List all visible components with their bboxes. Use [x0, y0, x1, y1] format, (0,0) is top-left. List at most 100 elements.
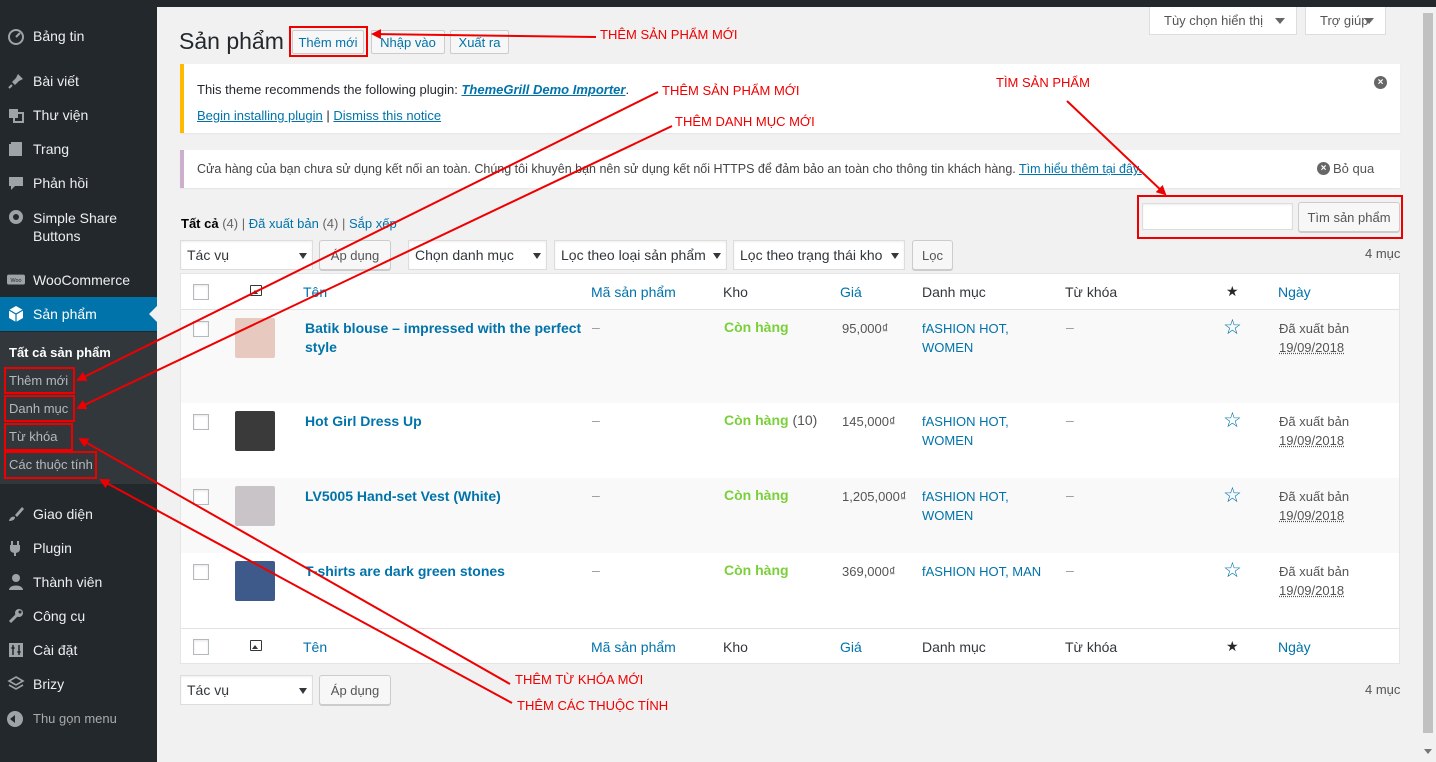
page-icon: [7, 140, 25, 158]
sidebar-item-users[interactable]: Thành viên: [0, 565, 157, 599]
view-all[interactable]: Tất cả: [181, 216, 219, 231]
product-status: Đã xuất bản: [1279, 564, 1350, 579]
product-name-link[interactable]: Batik blouse – impressed with the perfec…: [305, 319, 585, 357]
featured-star-icon[interactable]: ★: [1226, 283, 1239, 300]
chevron-down-icon: [1364, 18, 1374, 29]
scroll-down-arrow-icon[interactable]: [1424, 749, 1432, 758]
featured-star-icon[interactable]: ★: [1226, 638, 1239, 655]
bulk-action-value: Tác vụ: [187, 682, 230, 698]
product-stock-status: Còn hàng: [724, 487, 789, 503]
apply-button[interactable]: Áp dụng: [319, 240, 391, 270]
product-tags: –: [1066, 562, 1074, 578]
annotation-add-product-side: THÊM SẢN PHẨM MỚI: [662, 83, 800, 98]
column-categories: Danh mục: [922, 639, 986, 655]
stock-count: (10): [792, 412, 818, 428]
view-sort[interactable]: Sắp xếp: [349, 216, 397, 231]
product-categories[interactable]: fASHION HOT, MAN: [922, 562, 1062, 581]
product-date: Đã xuất bản 19/09/2018: [1279, 487, 1349, 525]
skip-link[interactable]: Bỏ qua: [1333, 161, 1374, 176]
annotation-add-product-top: THÊM SẢN PHẨM MỚI: [600, 27, 738, 42]
product-tags: –: [1066, 487, 1074, 503]
featured-star-icon[interactable]: ☆: [1223, 317, 1242, 338]
column-price[interactable]: Giá: [840, 284, 862, 300]
scrollbar-thumb[interactable]: [1423, 13, 1433, 733]
filter-button[interactable]: Lọc: [912, 240, 953, 270]
row-checkbox[interactable]: [193, 321, 209, 337]
column-date[interactable]: Ngày: [1278, 639, 1311, 655]
product-thumbnail[interactable]: [235, 411, 275, 451]
product-type-select[interactable]: Lọc theo loại sản phẩm: [554, 240, 727, 270]
column-sku[interactable]: Mã sản phẩm: [591, 284, 676, 300]
woo-icon: Woo: [7, 271, 25, 289]
table-row: LV5005 Hand-set Vest (White) – Còn hàng …: [181, 478, 1399, 553]
scrollbar[interactable]: [1420, 7, 1436, 762]
bulk-action-select[interactable]: Tác vụ: [180, 240, 313, 270]
row-checkbox[interactable]: [193, 564, 209, 580]
sidebar-item-brizy[interactable]: Brizy: [0, 667, 157, 701]
column-price[interactable]: Giá: [840, 639, 862, 655]
sidebar-item-posts[interactable]: Bài viết: [0, 64, 157, 98]
column-name[interactable]: Tên: [303, 639, 327, 655]
chevron-down-icon: [891, 253, 899, 263]
sidebar-item-woocommerce[interactable]: Woo WooCommerce: [0, 263, 157, 297]
featured-star-icon[interactable]: ☆: [1223, 560, 1242, 581]
select-all-checkbox[interactable]: [193, 639, 209, 655]
collapse-menu-button[interactable]: Thu gọn menu: [0, 707, 157, 731]
user-icon: [7, 573, 25, 591]
plugin-name-link[interactable]: ThemeGrill Demo Importer: [461, 82, 625, 97]
help-tab[interactable]: Trợ giúp: [1305, 7, 1386, 35]
column-sku[interactable]: Mã sản phẩm: [591, 639, 676, 655]
bulk-action-select-bottom[interactable]: Tác vụ: [180, 675, 313, 705]
product-sku: –: [592, 319, 600, 335]
sidebar-item-products[interactable]: Sản phẩm: [0, 297, 157, 331]
screen-options-tab[interactable]: Tùy chọn hiển thị: [1149, 7, 1297, 35]
notice-text: Cửa hàng của bạn chưa sử dụng kết nối an…: [197, 162, 1016, 176]
sidebar-item-comments[interactable]: Phản hồi: [0, 166, 157, 200]
sidebar-item-settings[interactable]: Cài đặt: [0, 633, 157, 667]
view-published-count: (4): [322, 216, 339, 231]
sidebar-item-dashboard[interactable]: Bảng tin: [0, 19, 157, 53]
product-name-link[interactable]: LV5005 Hand-set Vest (White): [305, 487, 585, 506]
sidebar-item-pages[interactable]: Trang: [0, 132, 157, 166]
sidebar-item-tools[interactable]: Công cụ: [0, 599, 157, 633]
select-all-checkbox[interactable]: [193, 284, 209, 300]
product-categories[interactable]: fASHION HOT, WOMEN: [922, 412, 1062, 450]
product-categories[interactable]: fASHION HOT, WOMEN: [922, 487, 1062, 525]
stock-status-select[interactable]: Lọc theo trạng thái kho: [733, 240, 905, 270]
column-name[interactable]: Tên: [303, 284, 327, 300]
row-checkbox[interactable]: [193, 489, 209, 505]
submenu-all-products[interactable]: Tất cả sản phẩm: [9, 345, 111, 360]
product-stock-status: Còn hàng: [724, 562, 789, 578]
product-thumbnail[interactable]: [235, 561, 275, 601]
sidebar-item-appearance[interactable]: Giao diện: [0, 497, 157, 531]
annotation-add-attribute: THÊM CÁC THUỘC TÍNH: [517, 698, 669, 713]
sidebar-item-simple-share[interactable]: Simple Share Buttons: [0, 205, 157, 249]
category-filter-select[interactable]: Chọn danh mục: [408, 240, 547, 270]
product-categories[interactable]: fASHION HOT, WOMEN: [922, 319, 1062, 357]
featured-star-icon[interactable]: ☆: [1223, 485, 1242, 506]
dismiss-notice-link[interactable]: Dismiss this notice: [333, 108, 441, 123]
product-name-link[interactable]: T-shirts are dark green stones: [305, 562, 585, 581]
import-button[interactable]: Nhập vào: [371, 30, 445, 54]
separator: |: [326, 108, 330, 123]
sidebar-item-plugins[interactable]: Plugin: [0, 531, 157, 565]
featured-star-icon[interactable]: ☆: [1223, 410, 1242, 431]
begin-installing-link[interactable]: Begin installing plugin: [197, 108, 323, 123]
export-button[interactable]: Xuất ra: [450, 30, 509, 54]
product-thumbnail[interactable]: [235, 486, 275, 526]
sidebar-item-media[interactable]: Thư viện: [0, 98, 157, 132]
learn-more-link[interactable]: Tìm hiểu thêm tại đây.: [1019, 162, 1142, 176]
sidebar-item-label: Plugin: [33, 540, 72, 556]
close-icon[interactable]: ×: [1317, 162, 1330, 175]
close-icon[interactable]: ×: [1374, 76, 1387, 89]
product-thumbnail[interactable]: [235, 318, 275, 358]
row-checkbox[interactable]: [193, 414, 209, 430]
dashboard-icon: [7, 27, 25, 45]
product-name-link[interactable]: Hot Girl Dress Up: [305, 412, 585, 431]
product-stock-status: Còn hàng (10): [724, 412, 817, 428]
column-date[interactable]: Ngày: [1278, 284, 1311, 300]
apply-button-bottom[interactable]: Áp dụng: [319, 675, 391, 705]
plugin-notice-actions: Begin installing plugin | Dismiss this n…: [197, 108, 441, 123]
products-table: Tên Mã sản phẩm Kho Giá Danh mục Từ khóa…: [180, 273, 1400, 664]
view-published[interactable]: Đã xuất bản: [249, 216, 319, 231]
